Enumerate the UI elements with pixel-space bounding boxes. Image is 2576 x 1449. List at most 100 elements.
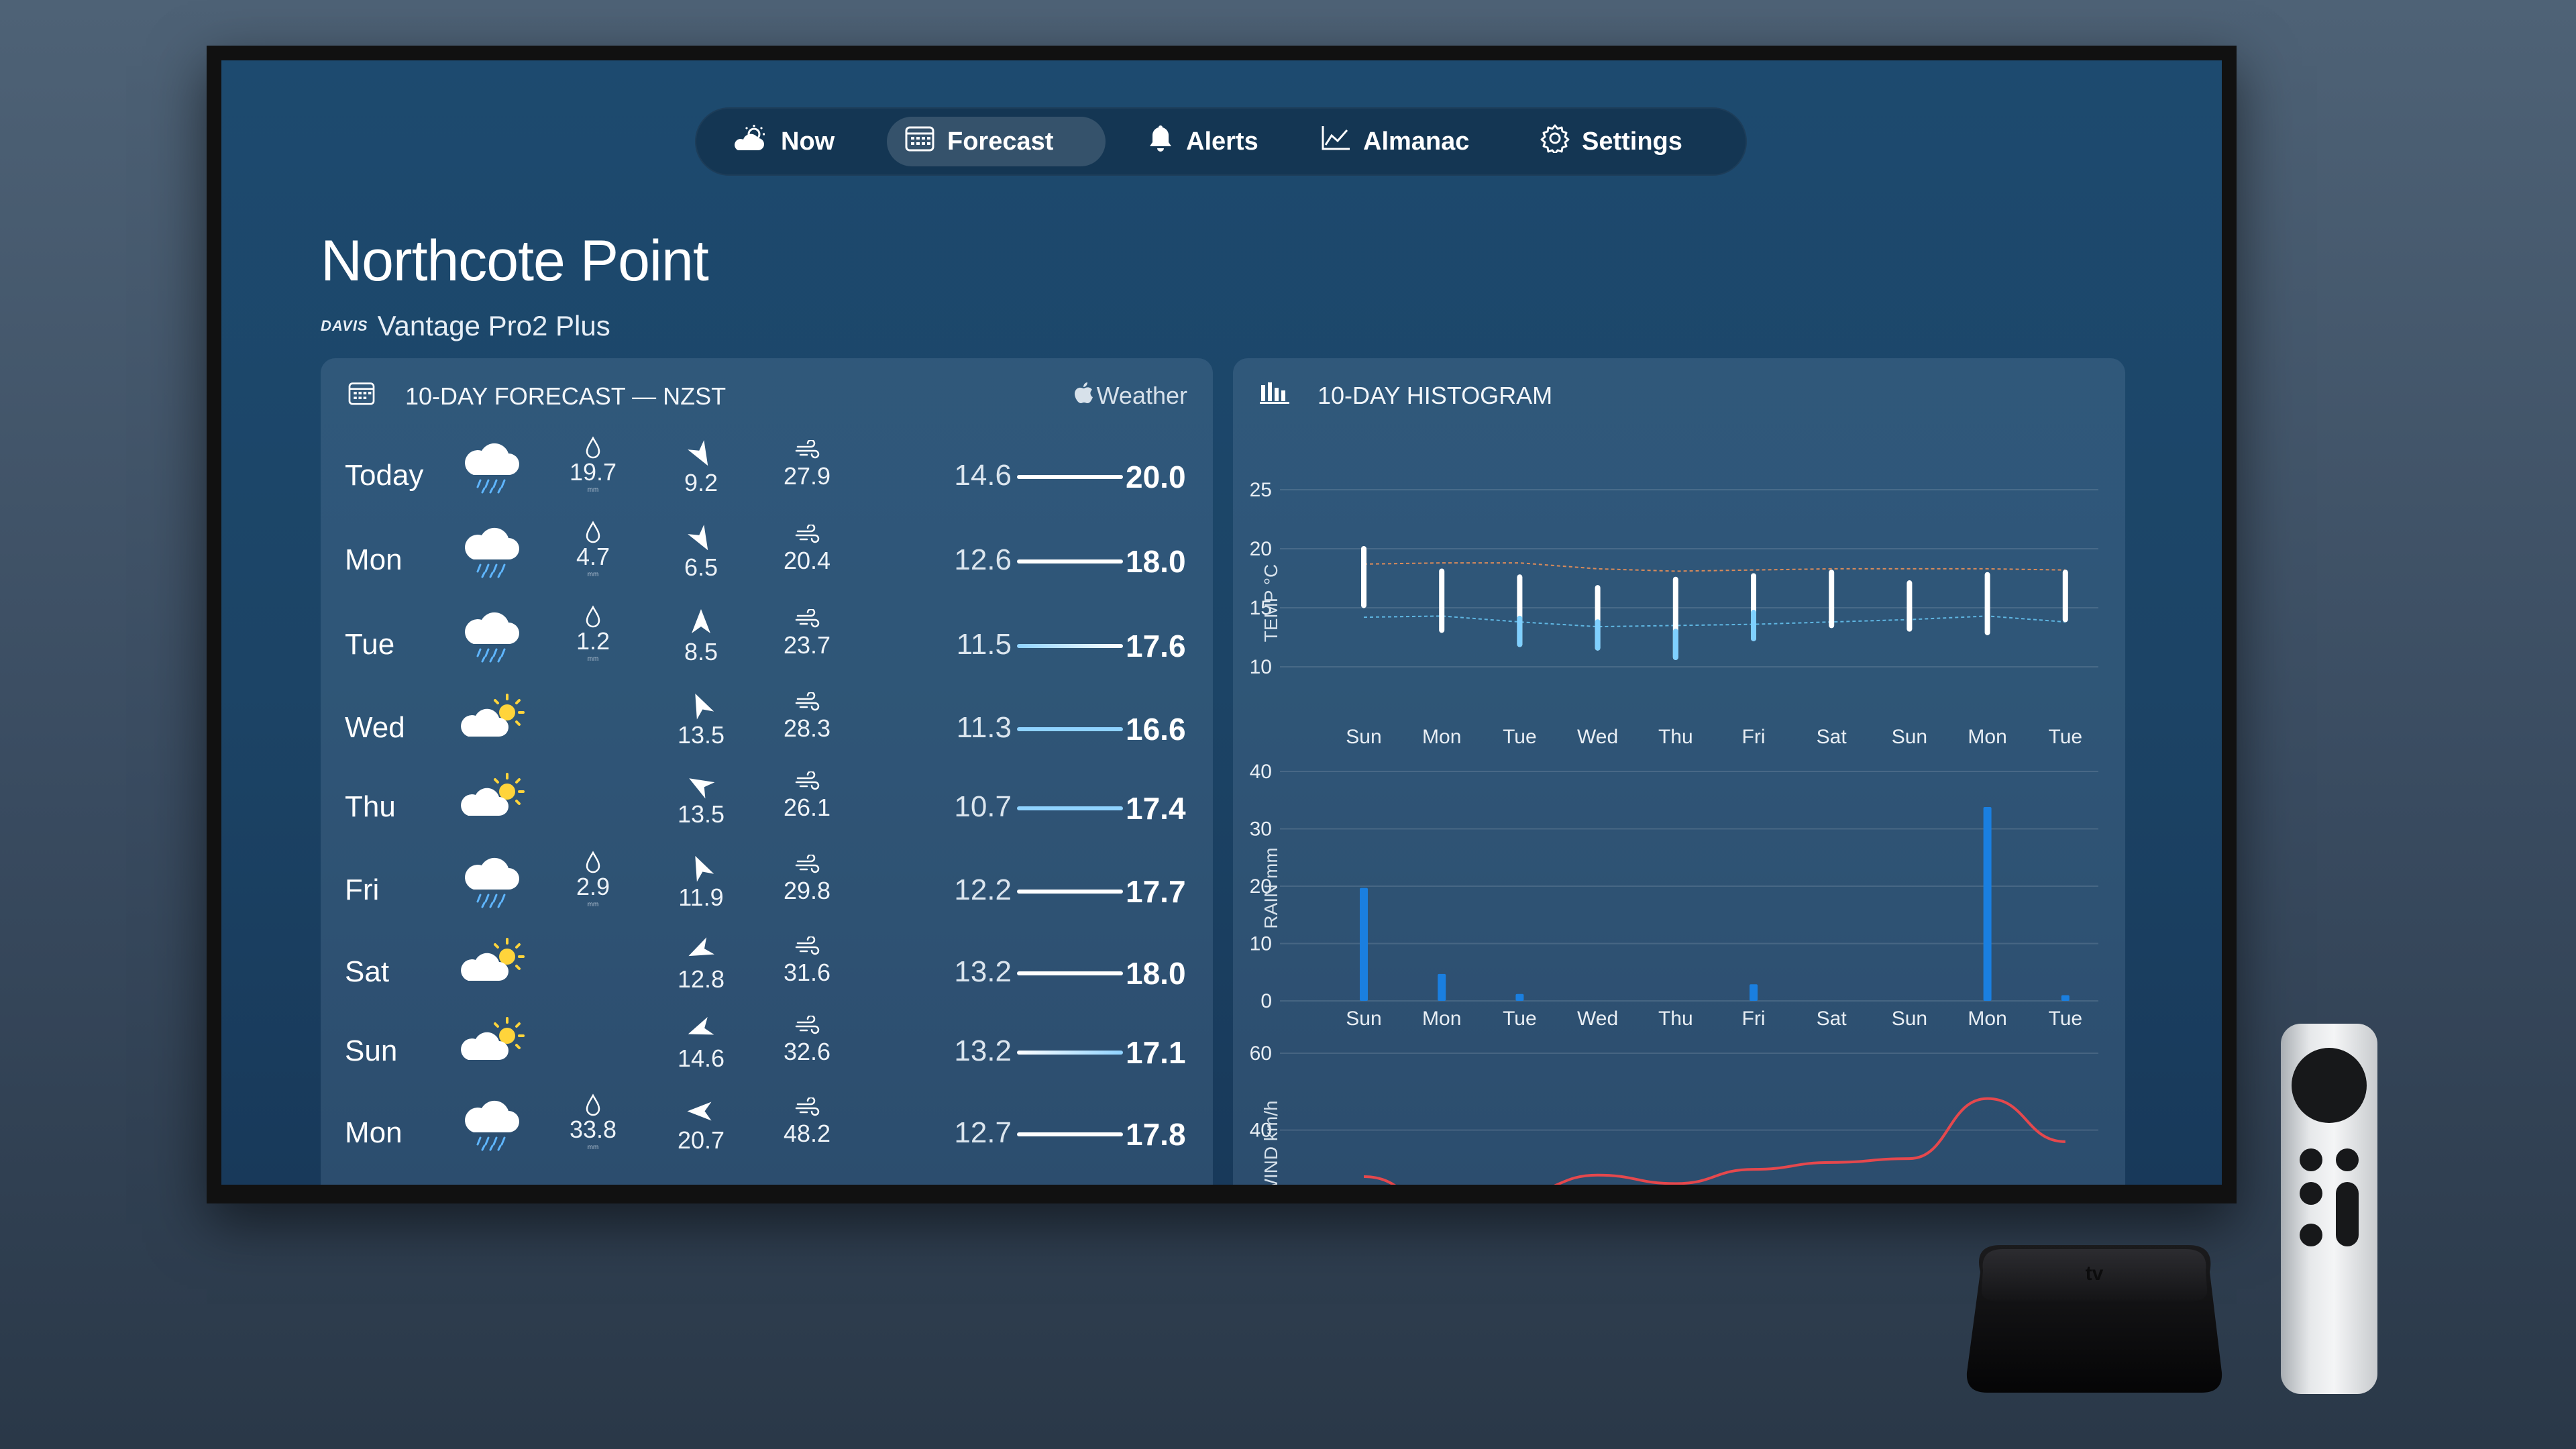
weather-source: Weather [1074,381,1187,410]
temp-x-tick: Sat [1817,726,1847,748]
remote-clickpad [2292,1048,2367,1123]
rain-amount: 2.9 mm [559,851,627,908]
tab-settings[interactable]: Settings [1523,117,1731,166]
rain-value: 33.8 [569,1116,617,1143]
forecast-panel: 10-DAY FORECAST — NZST Weather Today 19.7… [321,358,1213,1185]
rain-x-tick: Sun [1892,1008,1927,1030]
rain-unit: mm [587,571,599,578]
temp-range-bar [1017,971,1123,975]
forecast-title: 10-DAY FORECAST — NZST [405,382,727,410]
wind-gust: 26.1 [770,770,844,822]
temp-high: 17.4 [1126,791,1186,826]
wind-icon [794,1096,820,1119]
station-model: Vantage Pro2 Plus [377,310,610,341]
remote-tv-button [2336,1148,2359,1171]
wind-speed: 6.5 [664,523,738,582]
tab-settings-label: Settings [1582,127,1682,156]
temp-avg-low-line [1363,615,2065,628]
wind-speed: 9.2 [664,439,738,497]
temp-high: 18.0 [1126,956,1186,991]
rain-y-tick: 40 [1250,761,1272,783]
temp-low: 12.7 [954,1116,1012,1149]
temp-x-tick: Thu [1658,726,1693,748]
rain-amount: 1.2 mm [559,605,627,663]
station-model-line: DAVIS Vantage Pro2 Plus [321,310,610,342]
rain-cloud-icon [459,525,526,584]
temp-high: 18.0 [1126,544,1186,579]
forecast-row: Mon 4.7 mm 6.5 20.4 12.6 18.0 [321,517,1213,597]
tab-forecast[interactable]: Forecast [887,117,1106,166]
rain-axis-label: RAIN mm [1260,847,1281,928]
apple-tv-box: tv [1960,1245,2229,1397]
tv-frame: Now Forecast Alerts Almanac Settings Nor… [207,46,2237,1203]
bell-icon [1147,123,1186,160]
wind-direction-arrow-icon [684,435,718,472]
wind-gust: 31.6 [770,935,844,987]
station-name: Northcote Point [321,229,709,293]
wind-icon [794,1014,820,1037]
weather-source-label: Weather [1096,381,1187,409]
rain-x-tick: Tue [2049,1008,2083,1030]
calendar-icon [904,125,947,158]
gust-value: 23.7 [783,631,831,659]
calendar-icon [347,381,376,411]
rain-value: 2.9 [576,873,610,900]
temp-x-tick: Sun [1346,726,1381,748]
forecast-day: Mon [345,1116,402,1149]
wind-value: 6.5 [684,553,718,581]
gust-value: 27.9 [783,462,831,490]
wind-gust: 23.7 [770,608,844,659]
wind-direction-arrow-icon [685,850,717,886]
tab-almanac[interactable]: Almanac [1303,117,1497,166]
wind-value: 14.6 [677,1044,725,1072]
gust-value: 48.2 [783,1120,831,1147]
wind-value: 12.8 [677,965,725,993]
temp-x-tick: Sun [1892,726,1927,748]
temp-avg-high-line [1363,562,2065,572]
remote-playpause-button [2300,1182,2322,1205]
rain-value: 4.7 [576,543,610,570]
wind-y-tick: 60 [1250,1042,1272,1065]
svg-text:tv: tv [2086,1263,2104,1285]
temp-range-bar [1017,1051,1123,1055]
rain-bar [1438,973,1446,1001]
partly-sunny-icon [731,125,781,158]
wind-gust-line [1363,1097,2065,1185]
temp-range-bar [1017,475,1123,479]
temp-range-bar [1017,890,1123,894]
rain-x-tick: Mon [1968,1008,2006,1030]
temp-low: 11.3 [956,711,1012,744]
wind-value: 11.9 [678,883,724,911]
wind-direction-arrow-icon [684,520,718,557]
temp-range-bar [1017,559,1123,564]
temp-high: 20.0 [1126,460,1186,494]
wind-icon [794,608,820,631]
temp-high: 17.1 [1126,1035,1186,1070]
rain-bar [1515,994,1524,1001]
tab-alerts-label: Alerts [1186,127,1258,156]
wind-speed: 14.6 [664,1014,738,1073]
rain-amount: 4.7 mm [559,521,627,578]
gust-value: 31.6 [783,959,831,986]
rain-cloud-icon [459,440,526,500]
tab-now[interactable]: Now [714,117,861,166]
wind-gust: 27.9 [770,439,844,490]
temp-high: 17.7 [1126,874,1186,909]
temp-range-bar [1017,727,1123,731]
wind-value: 8.5 [684,638,718,665]
temp-low: 13.2 [954,1034,1012,1067]
rain-amount: 33.8 mm [559,1093,627,1151]
rain-value: 1.2 [576,627,610,655]
wind-direction-arrow-icon [690,608,712,638]
rain-unit: mm [587,1144,599,1151]
rain-unit: mm [587,486,599,494]
tab-alerts[interactable]: Alerts [1130,117,1277,166]
tv-screen: Now Forecast Alerts Almanac Settings Nor… [221,60,2222,1185]
forecast-day: Wed [345,711,405,744]
gust-value: 32.6 [783,1038,831,1065]
davis-logo: DAVIS [321,317,368,334]
forecast-day: Mon [345,543,402,576]
rain-x-tick: Sun [1346,1008,1381,1030]
rain-x-tick: Fri [1742,1008,1766,1030]
rain-cloud-icon [459,855,526,914]
